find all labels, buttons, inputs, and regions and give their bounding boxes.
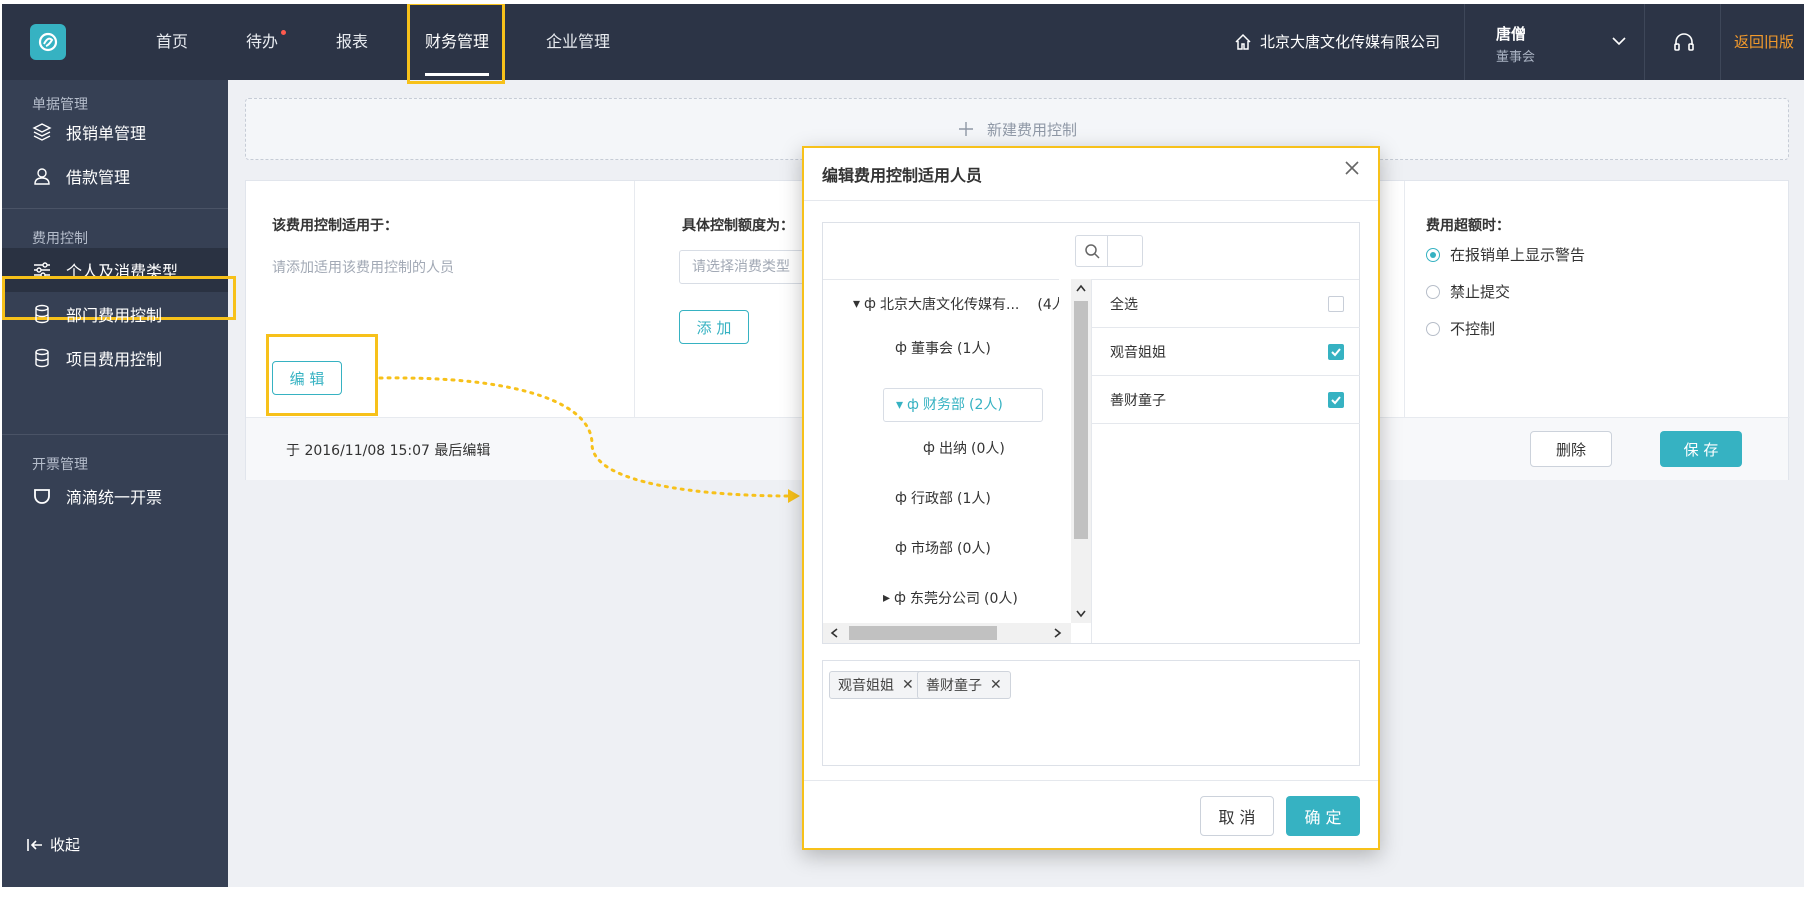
- tree-node-finance[interactable]: ▾ ф 财务部 (2人): [883, 388, 1043, 422]
- department-tree: ▾ф北京大唐文化传媒有...(4人 ф董事会(1人) ▾ф财务部(2人) ф出纳…: [823, 279, 1059, 643]
- member-row[interactable]: 观音姐姐: [1092, 328, 1360, 376]
- tree-node-admin[interactable]: ф 行政部 (1人): [895, 488, 991, 508]
- org-icon: ф: [923, 440, 935, 456]
- selected-tag: 善财童子 ✕: [917, 671, 1011, 699]
- member-list: 全选 观音姐姐 善财童子: [1091, 279, 1360, 643]
- select-all-checkbox[interactable]: [1328, 296, 1344, 312]
- member-label: 观音姐姐: [1110, 344, 1166, 361]
- tree-node-cashier[interactable]: ф 出纳 (0人): [923, 438, 1005, 458]
- member-checkbox[interactable]: [1328, 344, 1344, 360]
- org-icon: ф: [894, 590, 907, 606]
- dialog-header-divider: [804, 200, 1378, 201]
- tree-node-count: (2人): [969, 397, 1003, 413]
- tree-vertical-scrollbar[interactable]: [1071, 279, 1091, 623]
- app-frame: 首页 待办 报表 财务管理 企业管理 北京大唐文化传媒有限公司 唐僧 董事会 返…: [2, 4, 1804, 887]
- scrollbar-thumb[interactable]: [849, 626, 997, 640]
- org-icon: ф: [895, 340, 907, 356]
- scroll-down-icon[interactable]: [1075, 609, 1087, 619]
- tree-node-count: (4人: [1037, 297, 1059, 313]
- search-input[interactable]: [1075, 235, 1143, 267]
- tree-node-label: 东莞分公司: [910, 591, 981, 607]
- scroll-right-icon[interactable]: [1053, 627, 1063, 639]
- org-icon: ф: [895, 490, 907, 506]
- tree-node-label: 北京大唐文化传媒有...: [880, 297, 1020, 313]
- org-icon: ф: [907, 397, 920, 413]
- tree-node-label: 出纳: [938, 441, 967, 457]
- tree-node-label: 行政部: [910, 491, 953, 507]
- caret-right-icon[interactable]: ▸: [883, 590, 890, 606]
- confirm-button[interactable]: 确 定: [1286, 796, 1360, 836]
- tag-remove-icon[interactable]: ✕: [990, 677, 1002, 693]
- check-icon: [1331, 348, 1341, 357]
- dialog-footer-divider: [804, 780, 1378, 781]
- tree-node-label: 财务部: [923, 397, 966, 413]
- close-icon[interactable]: [1342, 158, 1362, 178]
- tree-node-count: (0人): [956, 541, 991, 557]
- tree-node-board[interactable]: ф 董事会 (1人): [895, 338, 991, 358]
- tag-label: 善财童子: [926, 678, 982, 694]
- select-all-row[interactable]: 全选: [1092, 280, 1360, 328]
- tree-node-root[interactable]: ▾ф北京大唐文化传媒有... (4人: [853, 294, 1059, 314]
- tree-node-dongguan[interactable]: ▸ ф 东莞分公司 (0人): [883, 588, 1018, 608]
- people-picker: ▾ф北京大唐文化传媒有...(4人 ф董事会(1人) ▾ф财务部(2人) ф出纳…: [822, 222, 1360, 644]
- tree-node-count: (1人): [956, 491, 991, 507]
- edit-people-dialog: 编辑费用控制适用人员 ▾ф北京大唐文化传媒有...(4人 ф董事会(1人) ▾ф…: [802, 146, 1380, 850]
- caret-down-icon[interactable]: ▾: [853, 296, 860, 312]
- member-row[interactable]: 善财童子: [1092, 376, 1360, 424]
- tree-node-label: 市场部: [910, 541, 953, 557]
- tree-node-count: (0人): [970, 441, 1005, 457]
- member-checkbox[interactable]: [1328, 392, 1344, 408]
- caret-down-icon[interactable]: ▾: [896, 389, 903, 421]
- tree-node-label: 董事会: [910, 341, 953, 357]
- tag-label: 观音姐姐: [838, 678, 894, 694]
- scrollbar-thumb[interactable]: [1074, 301, 1088, 539]
- tag-remove-icon[interactable]: ✕: [902, 677, 914, 693]
- tree-node-marketing[interactable]: ф 市场部 (0人): [895, 538, 991, 558]
- selected-people-box: 观音姐姐 ✕ 善财童子 ✕: [822, 660, 1360, 766]
- tree-horizontal-scrollbar[interactable]: [823, 623, 1071, 643]
- selected-tag: 观音姐姐 ✕: [829, 671, 923, 699]
- dialog-title: 编辑费用控制适用人员: [822, 166, 983, 185]
- org-icon: ф: [895, 540, 907, 556]
- tree-node-count: (0人): [984, 591, 1018, 607]
- check-icon: [1331, 396, 1341, 405]
- member-label: 全选: [1110, 296, 1138, 313]
- cancel-button[interactable]: 取 消: [1200, 796, 1274, 836]
- scroll-left-icon[interactable]: [829, 627, 839, 639]
- org-icon: ф: [864, 296, 877, 312]
- scroll-up-icon[interactable]: [1075, 283, 1087, 293]
- search-icon[interactable]: [1076, 236, 1108, 266]
- tree-node-count: (1人): [956, 341, 991, 357]
- member-label: 善财童子: [1110, 392, 1166, 409]
